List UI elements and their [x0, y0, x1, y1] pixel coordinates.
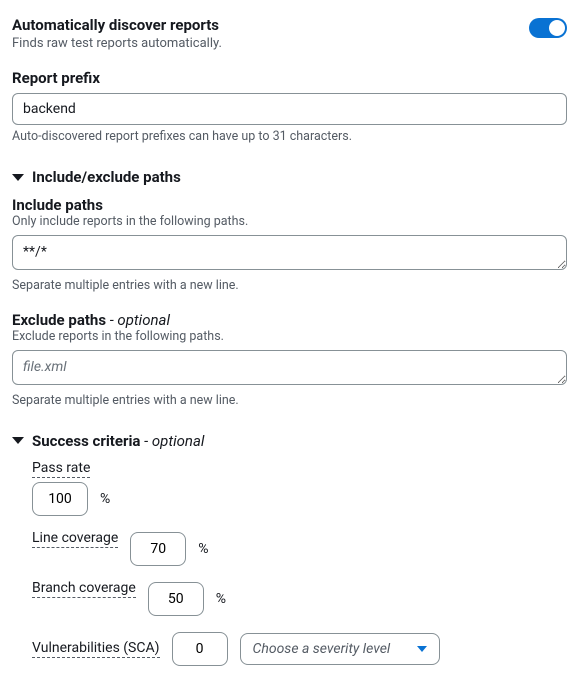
pass-rate-unit: %	[100, 491, 110, 507]
pass-rate-input[interactable]	[32, 482, 88, 516]
line-coverage-label: Line coverage	[32, 530, 118, 548]
vulnerabilities-label: Vulnerabilities (SCA)	[32, 640, 160, 658]
report-prefix-label: Report prefix	[12, 69, 567, 87]
branch-coverage-input[interactable]	[148, 582, 204, 616]
report-prefix-input[interactable]	[12, 93, 567, 125]
auto-discover-desc: Finds raw test reports automatically.	[12, 36, 222, 51]
pass-rate-label: Pass rate	[32, 460, 90, 478]
chevron-down-icon	[417, 646, 427, 652]
caret-down-icon	[12, 174, 24, 181]
vulnerabilities-input[interactable]	[172, 632, 228, 666]
branch-coverage-label: Branch coverage	[32, 580, 136, 598]
line-coverage-input[interactable]	[130, 532, 186, 566]
include-paths-label: Include paths	[12, 196, 567, 214]
branch-coverage-unit: %	[216, 591, 226, 607]
exclude-paths-input[interactable]	[12, 350, 567, 385]
severity-select[interactable]: Choose a severity level	[240, 633, 440, 665]
include-paths-desc: Only include reports in the following pa…	[12, 214, 567, 229]
auto-discover-title: Automatically discover reports	[12, 16, 222, 34]
caret-down-icon	[12, 437, 24, 444]
include-exclude-header[interactable]: Include/exclude paths	[12, 168, 567, 186]
success-criteria-header[interactable]: Success criteria - optional	[12, 432, 567, 450]
include-exclude-title: Include/exclude paths	[32, 168, 181, 186]
severity-placeholder: Choose a severity level	[253, 641, 391, 657]
auto-discover-toggle[interactable]	[529, 18, 567, 38]
exclude-paths-helper: Separate multiple entries with a new lin…	[12, 393, 567, 408]
exclude-paths-desc: Exclude reports in the following paths.	[12, 329, 567, 344]
line-coverage-unit: %	[198, 541, 208, 557]
success-criteria-title: Success criteria - optional	[32, 432, 204, 450]
toggle-knob	[549, 20, 565, 36]
include-paths-helper: Separate multiple entries with a new lin…	[12, 278, 567, 293]
include-paths-input[interactable]	[12, 235, 567, 270]
report-prefix-helper: Auto-discovered report prefixes can have…	[12, 129, 567, 144]
exclude-paths-label: Exclude paths - optional	[12, 311, 567, 329]
